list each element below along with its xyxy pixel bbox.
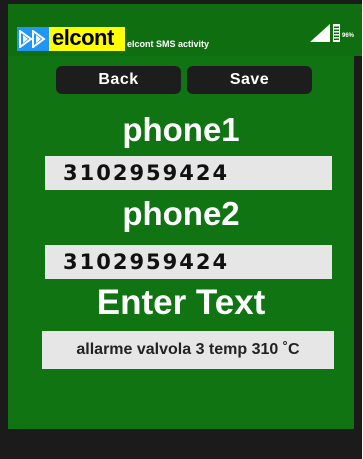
message-text-field[interactable]: allarme valvola 3 temp 310 ˚C: [42, 331, 334, 369]
enter-text-label: Enter Text: [96, 283, 266, 322]
app-title: elcont SMS activity: [127, 39, 210, 49]
phone1-field[interactable]: 3102959424: [45, 156, 332, 190]
save-button[interactable]: Save: [187, 66, 312, 94]
logo-arrows-icon: [17, 27, 49, 51]
logo-text: elcont: [52, 25, 114, 50]
back-button[interactable]: Back: [56, 66, 181, 94]
phone2-field[interactable]: 3102959424: [45, 245, 332, 279]
right-edge: [354, 56, 362, 429]
elcont-logo: elcont: [17, 25, 125, 51]
phone1-label: phone1: [122, 111, 240, 148]
battery-icon: [333, 24, 340, 42]
signal-icon: [310, 24, 330, 42]
battery-percentage: 96%: [342, 33, 355, 39]
phone2-label: phone2: [122, 195, 240, 232]
